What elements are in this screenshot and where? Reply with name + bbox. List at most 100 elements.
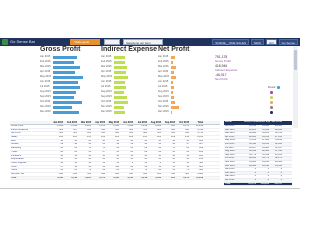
net-profit-bar[interactable] [171,60,173,64]
column-header[interactable] [10,121,50,124]
indirect-expense-bar[interactable] [114,85,126,89]
table-row[interactable]: Total 1,043 1,018 1,225 1,070 1,345 1,112 1,219… [10,176,220,181]
column-header[interactable]: Aug 2015 [148,121,162,124]
net-profit-bar-row[interactable]: Feb 2015 [158,60,212,64]
filter-dropdown-1[interactable] [104,39,120,45]
net-profit-bar[interactable] [171,100,176,104]
column-header[interactable]: Oct 2015 [176,121,190,124]
gross-profit-bar[interactable] [53,105,72,109]
net-profit-bar-row[interactable]: Sep 2015 [158,95,212,99]
indirect-expense-bar-row[interactable]: Mar 2015 [101,65,155,69]
indirect-expense-bar[interactable] [114,70,127,74]
net-profit-bar-row[interactable]: Nov 2015 [158,105,212,109]
indirect-expense-bar-row[interactable]: Jan 2015 [101,55,155,59]
gross-profit-bar[interactable] [53,65,80,69]
net-profit-bar[interactable] [171,95,174,99]
legend-item[interactable] [268,110,282,115]
indirect-expense-bar[interactable] [114,110,126,114]
gross-profit-bar-row[interactable]: May 2015 [40,75,94,79]
indirect-expense-bar-row[interactable]: Oct 2015 [101,100,155,104]
net-profit-bar[interactable] [171,70,175,74]
indirect-expense-bar[interactable] [114,55,126,59]
net-profit-bar-row[interactable]: Oct 2015 [158,100,212,104]
net-profit-bar[interactable] [171,55,175,59]
legend-dot-icon [270,111,273,114]
indirect-expense-bar-row[interactable]: Dec 2015 [101,110,155,114]
column-header[interactable]: Total [190,121,204,124]
overview-button[interactable]: Visão geral [70,39,100,45]
scene-chip[interactable]: SCENE__ONE SALES [212,39,249,45]
net-profit-bar-row[interactable]: Jul 2015 [158,85,212,89]
go-sense-chip[interactable]: Go Sense [278,39,298,45]
gross-profit-bar-row[interactable]: Dec 2015 [40,110,94,114]
net-profit-bar-row[interactable]: Jan 2015 [158,55,212,59]
indirect-expense-bar[interactable] [114,95,127,99]
indirect-expense-bar[interactable] [114,80,126,84]
column-header[interactable]: Jun 2015 [120,121,134,124]
indirect-expense-bar-row[interactable]: Aug 2015 [101,90,155,94]
row-label: Feb 2015 [225,128,235,131]
gross-profit-bar[interactable] [53,55,77,59]
gross-profit-bar-row[interactable]: Jan 2015 [40,55,94,59]
net-profit-bar-row[interactable]: Mar 2015 [158,65,212,69]
column-header[interactable]: Sep 2015 [162,121,176,124]
column-header[interactable]: Apr 2015 [92,121,106,124]
indirect-expense-bar-row[interactable]: Nov 2015 [101,105,155,109]
indirect-expense-bar-row[interactable]: Sep 2015 [101,95,155,99]
net-profit-bar[interactable] [171,110,173,114]
indirect-expense-bar-row[interactable]: Jun 2015 [101,80,155,84]
table-row[interactable]: Total 751,178 418,946 -46,017 [224,182,292,187]
gross-profit-bar[interactable] [53,95,74,99]
indirect-expense-bar-row[interactable]: Feb 2015 [101,60,155,64]
net-profit-bar[interactable] [171,75,177,79]
gross-profit-bar[interactable] [53,70,76,74]
net-profit-bar[interactable] [171,90,173,94]
gross-profit-bar-row[interactable]: Mar 2015 [40,65,94,69]
gross-profit-bar[interactable] [53,60,74,64]
indirect-expense-bar[interactable] [114,60,125,64]
net-profit-bar[interactable] [171,105,179,109]
net-profit-bar-row[interactable]: Dec 2015 [158,110,212,114]
net-profit-bar-row[interactable]: Jun 2015 [158,80,212,84]
indirect-expense-bar[interactable] [114,75,129,79]
indirect-expense-bar-row[interactable]: Jul 2015 [101,85,155,89]
indirect-expense-bar-row[interactable]: May 2015 [101,75,155,79]
indirect-expense-bar[interactable] [114,105,124,109]
column-header[interactable]: Jul 2015 [134,121,148,124]
gross-profit-bar-row[interactable]: Jun 2015 [40,80,94,84]
filter-dropdown-2[interactable]: Selecione um item [123,39,163,45]
gross-profit-bar-row[interactable]: Feb 2015 [40,60,94,64]
column-header[interactable]: Feb 2015 [64,121,78,124]
net-profit-bar-row[interactable]: Apr 2015 [158,70,212,74]
net-profit-bar-row[interactable]: May 2015 [158,75,212,79]
kpi-scrollbar[interactable] [293,46,298,128]
gross-profit-bar-row[interactable]: Apr 2015 [40,70,94,74]
table-cell: 22,668 [274,160,282,163]
go-chip[interactable]: GO [265,39,277,45]
gross-profit-bar-row[interactable]: Nov 2015 [40,105,94,109]
net-profit-bar[interactable] [171,65,176,69]
gross-profit-bar-row[interactable]: Jul 2015 [40,85,94,89]
table-cell: 60,119 [249,150,256,153]
gross-profit-bar-row[interactable]: Sep 2015 [40,95,94,99]
gross-profit-bar[interactable] [53,80,79,84]
gross-profit-bar[interactable] [53,75,84,79]
gross-profit-bar[interactable] [53,90,76,94]
net-profit-bar[interactable] [171,80,174,84]
indirect-expense-bar-row[interactable]: Apr 2015 [101,70,155,74]
scrollbar-thumb[interactable] [294,50,297,70]
gross-profit-bar-row[interactable]: Aug 2015 [40,90,94,94]
net-profit-bar[interactable] [171,85,175,89]
indirect-expense-bar[interactable] [114,90,125,94]
indirect-expense-bar[interactable] [114,100,128,104]
gross-profit-bar[interactable] [53,100,82,104]
net-profit-bar-row[interactable]: Aug 2015 [158,90,212,94]
new-chip[interactable]: NEW [250,39,264,45]
column-header[interactable]: Mar 2015 [78,121,92,124]
indirect-expense-bar[interactable] [114,65,128,69]
column-header[interactable]: Jan 2015 [50,121,64,124]
gross-profit-bar[interactable] [53,85,81,89]
column-header[interactable]: May 2015 [106,121,120,124]
gross-profit-bar[interactable] [53,110,79,114]
gross-profit-bar-row[interactable]: Oct 2015 [40,100,94,104]
